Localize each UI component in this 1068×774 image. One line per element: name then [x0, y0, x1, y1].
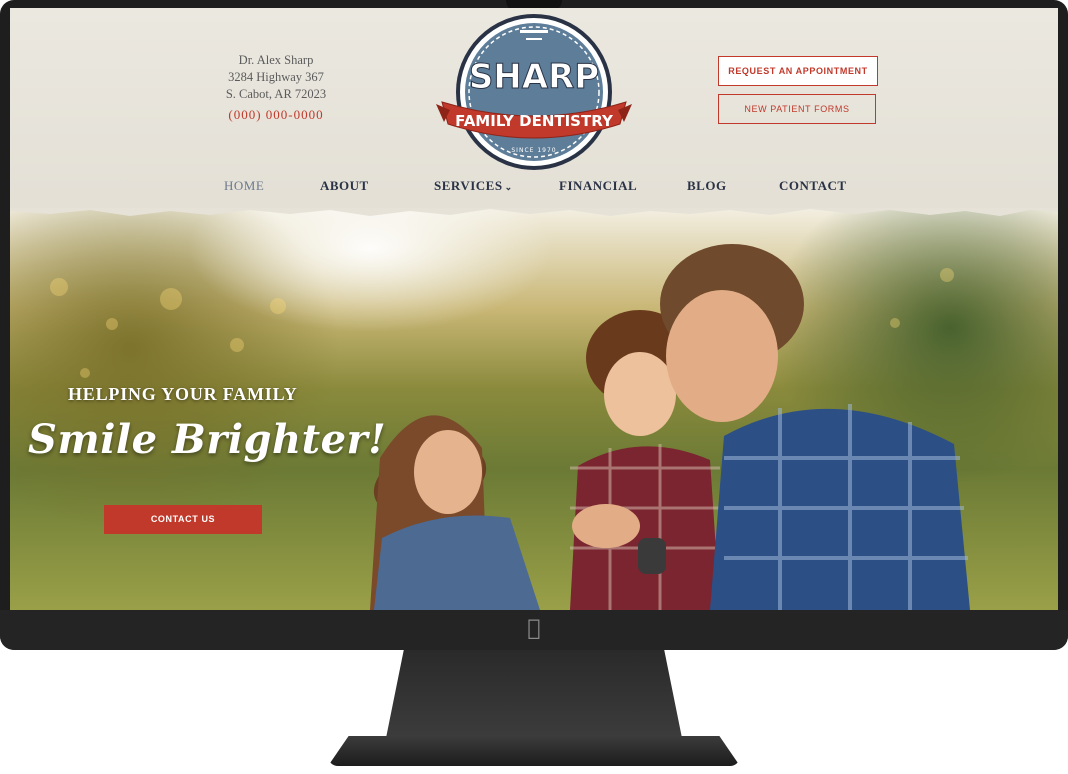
- logo-banner: FAMILY DENTISTRY: [455, 112, 614, 130]
- monitor-frame: Dr. Alex Sharp 3284 Highway 367 S. Cabot…: [0, 0, 1068, 650]
- main-nav: HOME ABOUT SERVICES ⌄ FINANCIAL BLOG CONT…: [10, 172, 1058, 202]
- request-appointment-button[interactable]: REQUEST AN APPOINTMENT: [718, 56, 878, 86]
- nav-item-contact[interactable]: CONTACT: [779, 178, 847, 194]
- nav-item-services-label: SERVICES: [434, 178, 503, 193]
- city-address: S. Cabot, AR 72023: [225, 87, 327, 101]
- phone-link[interactable]: (000) 000-0000: [206, 106, 346, 123]
- new-patient-forms-button[interactable]: NEW PATIENT FORMS: [718, 94, 876, 124]
- website-screen: Dr. Alex Sharp 3284 Highway 367 S. Cabot…: [10, 8, 1058, 610]
- nav-item-about[interactable]: ABOUT: [320, 178, 369, 194]
- nav-item-blog[interactable]: BLOG: [687, 178, 727, 194]
- logo-since: SINCE 1970: [511, 147, 556, 154]
- site-header: Dr. Alex Sharp 3284 Highway 367 S. Cabot…: [10, 8, 1058, 220]
- monitor-stand-base: [328, 736, 740, 766]
- family-photo: [370, 244, 970, 610]
- nav-item-home[interactable]: HOME: [224, 178, 264, 194]
- hero-title: Smile Brighter!: [28, 416, 387, 463]
- street-address: 3284 Highway 367: [228, 70, 324, 84]
- sharp-family-dentistry-logo[interactable]: SHARP FAMILY DENTISTRY SINCE 1970: [436, 12, 632, 174]
- apple-logo-icon: : [522, 616, 546, 642]
- nav-item-services[interactable]: SERVICES ⌄: [434, 178, 513, 194]
- chevron-down-icon: ⌄: [504, 182, 513, 192]
- contact-us-button[interactable]: CONTACT US: [104, 505, 262, 534]
- hero-banner: HELPING YOUR FAMILY Smile Brighter! CONT…: [10, 208, 1058, 610]
- nav-item-financial[interactable]: FINANCIAL: [559, 178, 637, 194]
- logo-word: SHARP: [469, 57, 599, 97]
- doctor-name: Dr. Alex Sharp: [238, 53, 314, 67]
- hero-kicker: HELPING YOUR FAMILY: [68, 384, 298, 404]
- monitor-stand-neck: [386, 650, 682, 738]
- practice-address: Dr. Alex Sharp 3284 Highway 367 S. Cabot…: [206, 52, 346, 123]
